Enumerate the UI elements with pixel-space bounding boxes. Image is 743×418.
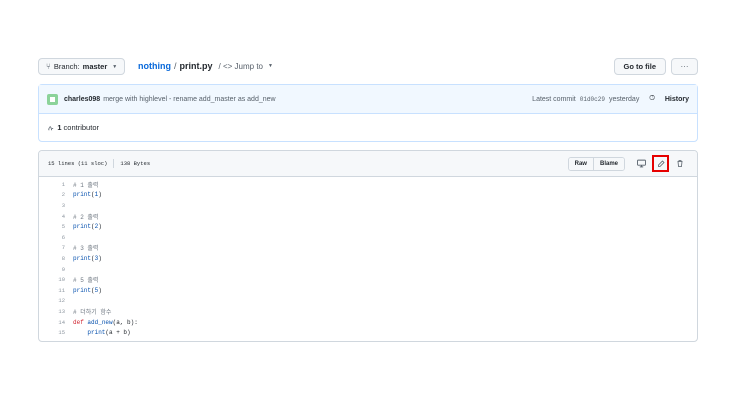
line-content: # 2 출력 bbox=[73, 212, 98, 221]
code-comment: # 1 출력 bbox=[73, 181, 99, 189]
contributors[interactable]: ሉ 1 contributor bbox=[39, 114, 697, 141]
history-icon: 🕓︎ bbox=[649, 95, 655, 102]
line-content: # 3 출력 bbox=[73, 243, 98, 252]
code-line: 9 bbox=[39, 264, 697, 275]
code-comment: # 더하기 함수 bbox=[73, 308, 112, 316]
code-line: 6 bbox=[39, 232, 697, 243]
code-text: print(2) bbox=[73, 223, 102, 231]
branch-label: Branch: bbox=[53, 62, 80, 71]
commit-sha[interactable]: 01d0c29 bbox=[580, 96, 605, 103]
branch-icon: ⑂ bbox=[46, 62, 51, 71]
raw-blame-group: Raw Blame bbox=[567, 156, 625, 171]
line-content: print(3) bbox=[73, 255, 102, 262]
repo-link[interactable]: nothing bbox=[138, 61, 171, 71]
commit-time: yesterday bbox=[608, 95, 640, 103]
header-divider bbox=[113, 159, 115, 168]
line-number[interactable]: 13 bbox=[39, 308, 73, 315]
code-line: 14 def add_new(a, b): bbox=[39, 317, 697, 328]
go-to-file-button[interactable]: Go to file bbox=[613, 58, 666, 75]
code-line: 4 # 2 출력 bbox=[39, 211, 697, 222]
code-comment: # 3 출력 bbox=[73, 245, 99, 253]
line-number[interactable]: 1 bbox=[39, 181, 73, 188]
file-actions: Raw Blame bbox=[567, 155, 687, 172]
line-content: print(a + b) bbox=[73, 329, 131, 337]
commit-message[interactable]: merge with highlevel - rename add_master… bbox=[103, 96, 275, 103]
code-text: def add_new(a, b): bbox=[73, 318, 138, 326]
code-text: print(a + b) bbox=[87, 329, 131, 337]
line-number[interactable]: 6 bbox=[39, 234, 73, 241]
chevron-down-icon: ▼ bbox=[112, 63, 118, 70]
code-line: 1 # 1 출력 bbox=[39, 179, 697, 190]
latest-commit-label: Latest commit bbox=[532, 95, 576, 103]
line-number[interactable]: 5 bbox=[39, 223, 73, 230]
breadcrumb: nothing / print.py / <> Jump to ▼ bbox=[138, 61, 273, 71]
code-line: 11 print(5) bbox=[39, 285, 697, 296]
line-content: print(1) bbox=[73, 191, 102, 198]
breadcrumb-separator: / bbox=[174, 61, 177, 71]
people-icon: ሉ bbox=[48, 122, 54, 132]
line-number[interactable]: 10 bbox=[39, 276, 73, 283]
line-number[interactable]: 14 bbox=[39, 319, 73, 326]
code-table: 1 # 1 출력 2 print(1) 3 4 # 2 출력 5 print(2) 6 7 # 3 출… bbox=[39, 177, 697, 341]
code-text: print(1) bbox=[73, 191, 102, 199]
file-lines-info: 15 lines (11 sloc) bbox=[48, 160, 108, 167]
file-header: 15 lines (11 sloc) 138 Bytes Raw Blame bbox=[39, 151, 697, 177]
raw-button[interactable]: Raw bbox=[568, 157, 593, 170]
code-line: 7 # 3 출력 bbox=[39, 243, 697, 254]
code-text: print(5) bbox=[73, 286, 102, 294]
commit-box: charles098 merge with highlevel - rename… bbox=[38, 84, 698, 142]
code-line: 10 # 5 출력 bbox=[39, 274, 697, 285]
code-line: 2 print(1) bbox=[39, 190, 697, 201]
contributor-count: 1 bbox=[57, 123, 62, 132]
branch-name: master bbox=[82, 62, 108, 71]
code-comment: # 2 출력 bbox=[73, 213, 99, 221]
file-content-box: 15 lines (11 sloc) 138 Bytes Raw Blame 1… bbox=[38, 150, 698, 342]
line-content: print(2) bbox=[73, 223, 102, 230]
line-number[interactable]: 12 bbox=[39, 297, 73, 304]
code-comment: # 5 출력 bbox=[73, 277, 99, 285]
jump-to-button[interactable]: / <> Jump to bbox=[219, 62, 263, 71]
line-number[interactable]: 3 bbox=[39, 202, 73, 209]
branch-select-button[interactable]: ⑂ Branch: master ▼ bbox=[38, 58, 126, 75]
avatar[interactable] bbox=[47, 93, 58, 105]
code-line: 15 print(a + b) bbox=[39, 327, 697, 338]
blame-button[interactable]: Blame bbox=[592, 157, 624, 170]
line-content: # 5 출력 bbox=[73, 275, 98, 284]
line-number[interactable]: 2 bbox=[39, 191, 73, 198]
commit-meta: Latest commit 01d0c29 yesterday 🕓︎ Histo… bbox=[532, 85, 689, 113]
line-content: # 더하기 함수 bbox=[73, 307, 111, 316]
line-content: # 1 출력 bbox=[73, 180, 98, 189]
jump-chevron-down-icon: ▼ bbox=[267, 63, 273, 69]
code-line: 12 bbox=[39, 296, 697, 307]
line-number[interactable]: 11 bbox=[39, 287, 73, 294]
file-navigation: ⑂ Branch: master ▼ nothing / print.py / … bbox=[38, 56, 698, 78]
file-view: ⑂ Branch: master ▼ nothing / print.py / … bbox=[38, 56, 698, 342]
edit-pencil-icon[interactable] bbox=[652, 155, 669, 172]
code-line: 8 print(3) bbox=[39, 253, 697, 264]
file-size: 138 Bytes bbox=[120, 160, 151, 167]
contributor-label: contributor bbox=[63, 123, 99, 132]
code-line: 3 bbox=[39, 200, 697, 211]
latest-commit: charles098 merge with highlevel - rename… bbox=[39, 85, 697, 114]
code-line: 13 # 더하기 함수 bbox=[39, 306, 697, 317]
code-line: 5 print(2) bbox=[39, 221, 697, 232]
line-number[interactable]: 8 bbox=[39, 255, 73, 262]
line-content: def add_new(a, b): bbox=[73, 319, 138, 326]
trash-icon[interactable] bbox=[672, 156, 687, 171]
line-content: print(5) bbox=[73, 287, 102, 294]
desktop-icon[interactable] bbox=[634, 156, 649, 171]
commit-author[interactable]: charles098 bbox=[64, 96, 100, 103]
line-number[interactable]: 15 bbox=[39, 329, 73, 336]
line-number[interactable]: 7 bbox=[39, 244, 73, 251]
file-name: print.py bbox=[179, 61, 213, 71]
line-number[interactable]: 4 bbox=[39, 213, 73, 220]
more-options-button[interactable]: ··· bbox=[671, 58, 698, 75]
code-text: print(3) bbox=[73, 254, 102, 262]
line-number[interactable]: 9 bbox=[39, 266, 73, 273]
history-link[interactable]: History bbox=[665, 96, 689, 103]
